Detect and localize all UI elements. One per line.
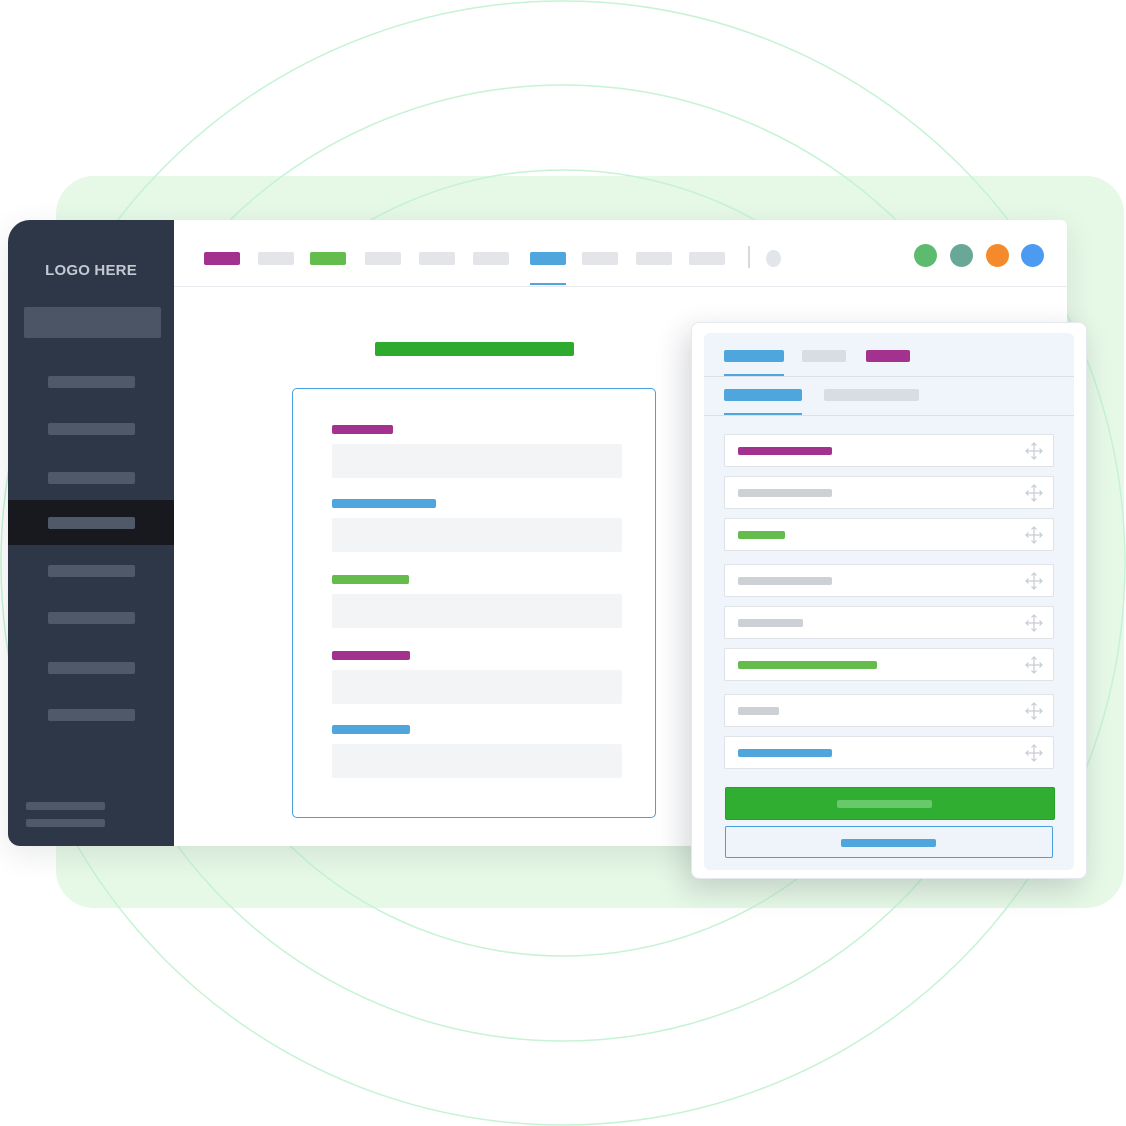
form-title [375, 342, 574, 356]
sidebar: LOGO HERE [8, 220, 174, 846]
nav-tab[interactable] [204, 252, 240, 265]
window-action-button[interactable] [1021, 244, 1044, 267]
form-field-label [332, 725, 410, 734]
nav-tab[interactable] [689, 252, 725, 265]
primary-button[interactable] [725, 787, 1055, 820]
nav-indicator-dot[interactable] [766, 250, 781, 267]
sidebar-item-label [48, 517, 135, 529]
move-icon[interactable] [1024, 571, 1044, 591]
nav-tab-active-underline [530, 283, 566, 285]
secondary-button[interactable] [725, 826, 1053, 858]
panel-subtabs-divider [704, 415, 1074, 416]
panel-field-row[interactable] [724, 606, 1054, 639]
sidebar-item-label [48, 612, 135, 624]
move-icon[interactable] [1024, 701, 1044, 721]
primary-button-label [837, 800, 932, 808]
panel-field-row[interactable] [724, 694, 1054, 727]
window-action-button[interactable] [950, 244, 973, 267]
move-icon[interactable] [1024, 613, 1044, 633]
sidebar-footer-line [26, 819, 105, 827]
secondary-button-label [841, 839, 936, 847]
form-input-field[interactable] [332, 594, 622, 628]
move-icon[interactable] [1024, 655, 1044, 675]
nav-tab[interactable] [530, 252, 566, 265]
nav-tab[interactable] [473, 252, 509, 265]
panel-field-label [738, 661, 877, 669]
panel-field-label [738, 577, 832, 585]
move-icon[interactable] [1024, 743, 1044, 763]
top-navigation [174, 220, 1067, 287]
panel-field-row[interactable] [724, 648, 1054, 681]
form-field-label [332, 425, 393, 434]
panel-field-label [738, 489, 832, 497]
form-input-field[interactable] [332, 744, 622, 778]
window-action-button[interactable] [914, 244, 937, 267]
panel-tab[interactable] [802, 350, 846, 362]
nav-divider [748, 246, 750, 268]
panel-field-label [738, 749, 832, 757]
sidebar-item[interactable] [8, 359, 174, 404]
sidebar-item[interactable] [8, 500, 174, 545]
panel-tab[interactable] [866, 350, 910, 362]
panel-field-label [738, 531, 785, 539]
panel-subtab-active-underline [724, 413, 802, 415]
sidebar-item-label [48, 565, 135, 577]
form-input-field[interactable] [332, 444, 622, 478]
sidebar-footer-line [26, 802, 105, 810]
fields-panel [691, 322, 1087, 879]
panel-field-row[interactable] [724, 736, 1054, 769]
sidebar-item[interactable] [8, 406, 174, 451]
sidebar-item-label [48, 709, 135, 721]
nav-tab[interactable] [636, 252, 672, 265]
sidebar-item-label [48, 472, 135, 484]
nav-tab[interactable] [582, 252, 618, 265]
sidebar-item[interactable] [8, 595, 174, 640]
panel-tab-active-underline [724, 374, 784, 376]
panel-field-row[interactable] [724, 564, 1054, 597]
sidebar-item[interactable] [8, 548, 174, 593]
panel-tabs-divider [704, 376, 1074, 377]
form-input-field[interactable] [332, 670, 622, 704]
sidebar-item-label [48, 376, 135, 388]
panel-field-label [738, 707, 779, 715]
logo: LOGO HERE [45, 262, 137, 279]
nav-tab[interactable] [419, 252, 455, 265]
panel-field-row[interactable] [724, 476, 1054, 509]
panel-subtab[interactable] [724, 389, 802, 401]
sidebar-search-input[interactable] [24, 307, 161, 338]
move-icon[interactable] [1024, 441, 1044, 461]
nav-tab[interactable] [258, 252, 294, 265]
form-field-label [332, 575, 409, 584]
window-action-button[interactable] [986, 244, 1009, 267]
fields-panel-body [704, 333, 1074, 870]
panel-tab[interactable] [724, 350, 784, 362]
move-icon[interactable] [1024, 483, 1044, 503]
sidebar-item[interactable] [8, 645, 174, 690]
form-field-label [332, 499, 436, 508]
panel-field-label [738, 447, 832, 455]
sidebar-item-label [48, 662, 135, 674]
panel-field-row[interactable] [724, 434, 1054, 467]
nav-tab[interactable] [310, 252, 346, 265]
sidebar-item-label [48, 423, 135, 435]
form-card [292, 388, 656, 818]
panel-field-row[interactable] [724, 518, 1054, 551]
form-input-field[interactable] [332, 518, 622, 552]
panel-field-label [738, 619, 803, 627]
move-icon[interactable] [1024, 525, 1044, 545]
nav-tab[interactable] [365, 252, 401, 265]
sidebar-item[interactable] [8, 692, 174, 737]
sidebar-item[interactable] [8, 455, 174, 500]
panel-subtab[interactable] [824, 389, 919, 401]
form-field-label [332, 651, 410, 660]
